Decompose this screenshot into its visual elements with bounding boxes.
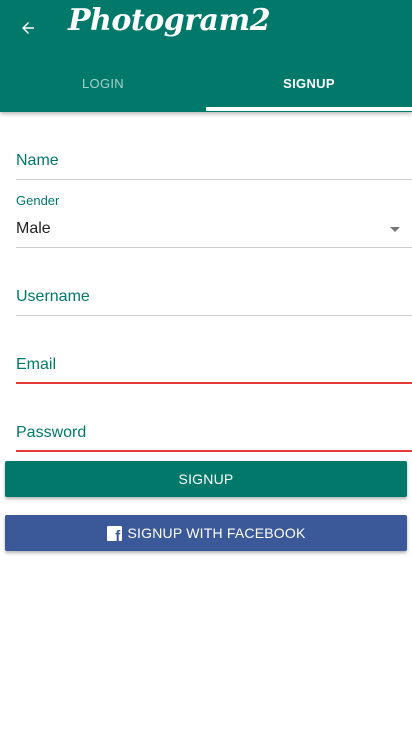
app-logo: Photogram2 xyxy=(68,3,271,38)
email-underline xyxy=(16,382,412,384)
username-label: Username xyxy=(16,288,90,305)
password-label: Password xyxy=(16,424,87,441)
email-field[interactable]: Email xyxy=(16,352,412,386)
name-underline xyxy=(16,179,412,180)
email-label: Email xyxy=(16,356,57,373)
gender-value: Male xyxy=(16,220,51,237)
password-field[interactable]: Password xyxy=(16,420,412,454)
facebook-signup-button[interactable]: f SIGNUP WITH FACEBOOK xyxy=(5,515,407,551)
signup-button-label: SIGNUP xyxy=(178,471,234,487)
password-underline xyxy=(16,450,412,452)
tab-signup[interactable]: SIGNUP xyxy=(206,58,412,108)
tab-login-label: LOGIN xyxy=(82,75,124,91)
facebook-signup-label: SIGNUP WITH FACEBOOK xyxy=(127,525,306,541)
back-button[interactable] xyxy=(12,12,44,44)
signup-button[interactable]: SIGNUP xyxy=(5,461,407,497)
gender-select[interactable]: Gender Male xyxy=(16,193,412,249)
username-field[interactable]: Username xyxy=(16,284,412,318)
gender-underline xyxy=(16,247,412,248)
tab-login[interactable]: LOGIN xyxy=(0,58,206,108)
arrow-left-icon xyxy=(22,22,34,34)
tab-signup-label: SIGNUP xyxy=(283,75,335,91)
app-bar: Photogram2 LOGIN SIGNUP xyxy=(0,0,412,112)
dropdown-arrow-icon xyxy=(390,227,400,232)
username-underline xyxy=(16,315,412,316)
name-label: Name xyxy=(16,152,59,169)
name-field[interactable]: Name xyxy=(16,148,412,182)
tab-indicator xyxy=(206,107,412,111)
gender-label: Gender xyxy=(16,193,60,208)
facebook-icon: f xyxy=(106,525,122,541)
